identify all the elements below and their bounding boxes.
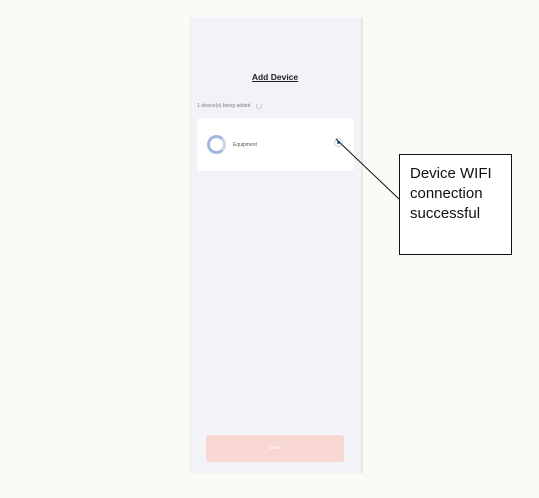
done-button[interactable]: Done [206, 435, 344, 462]
connected-dot-icon [334, 138, 343, 147]
phone-screen: Add Device 1 device(s) being added Equip… [189, 17, 363, 473]
page-title: Add Device [251, 72, 299, 82]
annotation-callout: Device WIFI connection successful [399, 154, 512, 255]
adding-status-text: 1 device(s) being added [197, 103, 251, 109]
device-card[interactable]: Equipment [197, 118, 354, 171]
device-ring-icon [207, 135, 226, 154]
loading-spinner-icon [256, 103, 263, 109]
adding-status-row: 1 device(s) being added [197, 103, 263, 109]
page: Add Device 1 device(s) being added Equip… [0, 0, 539, 498]
device-name: Equipment [233, 141, 257, 148]
